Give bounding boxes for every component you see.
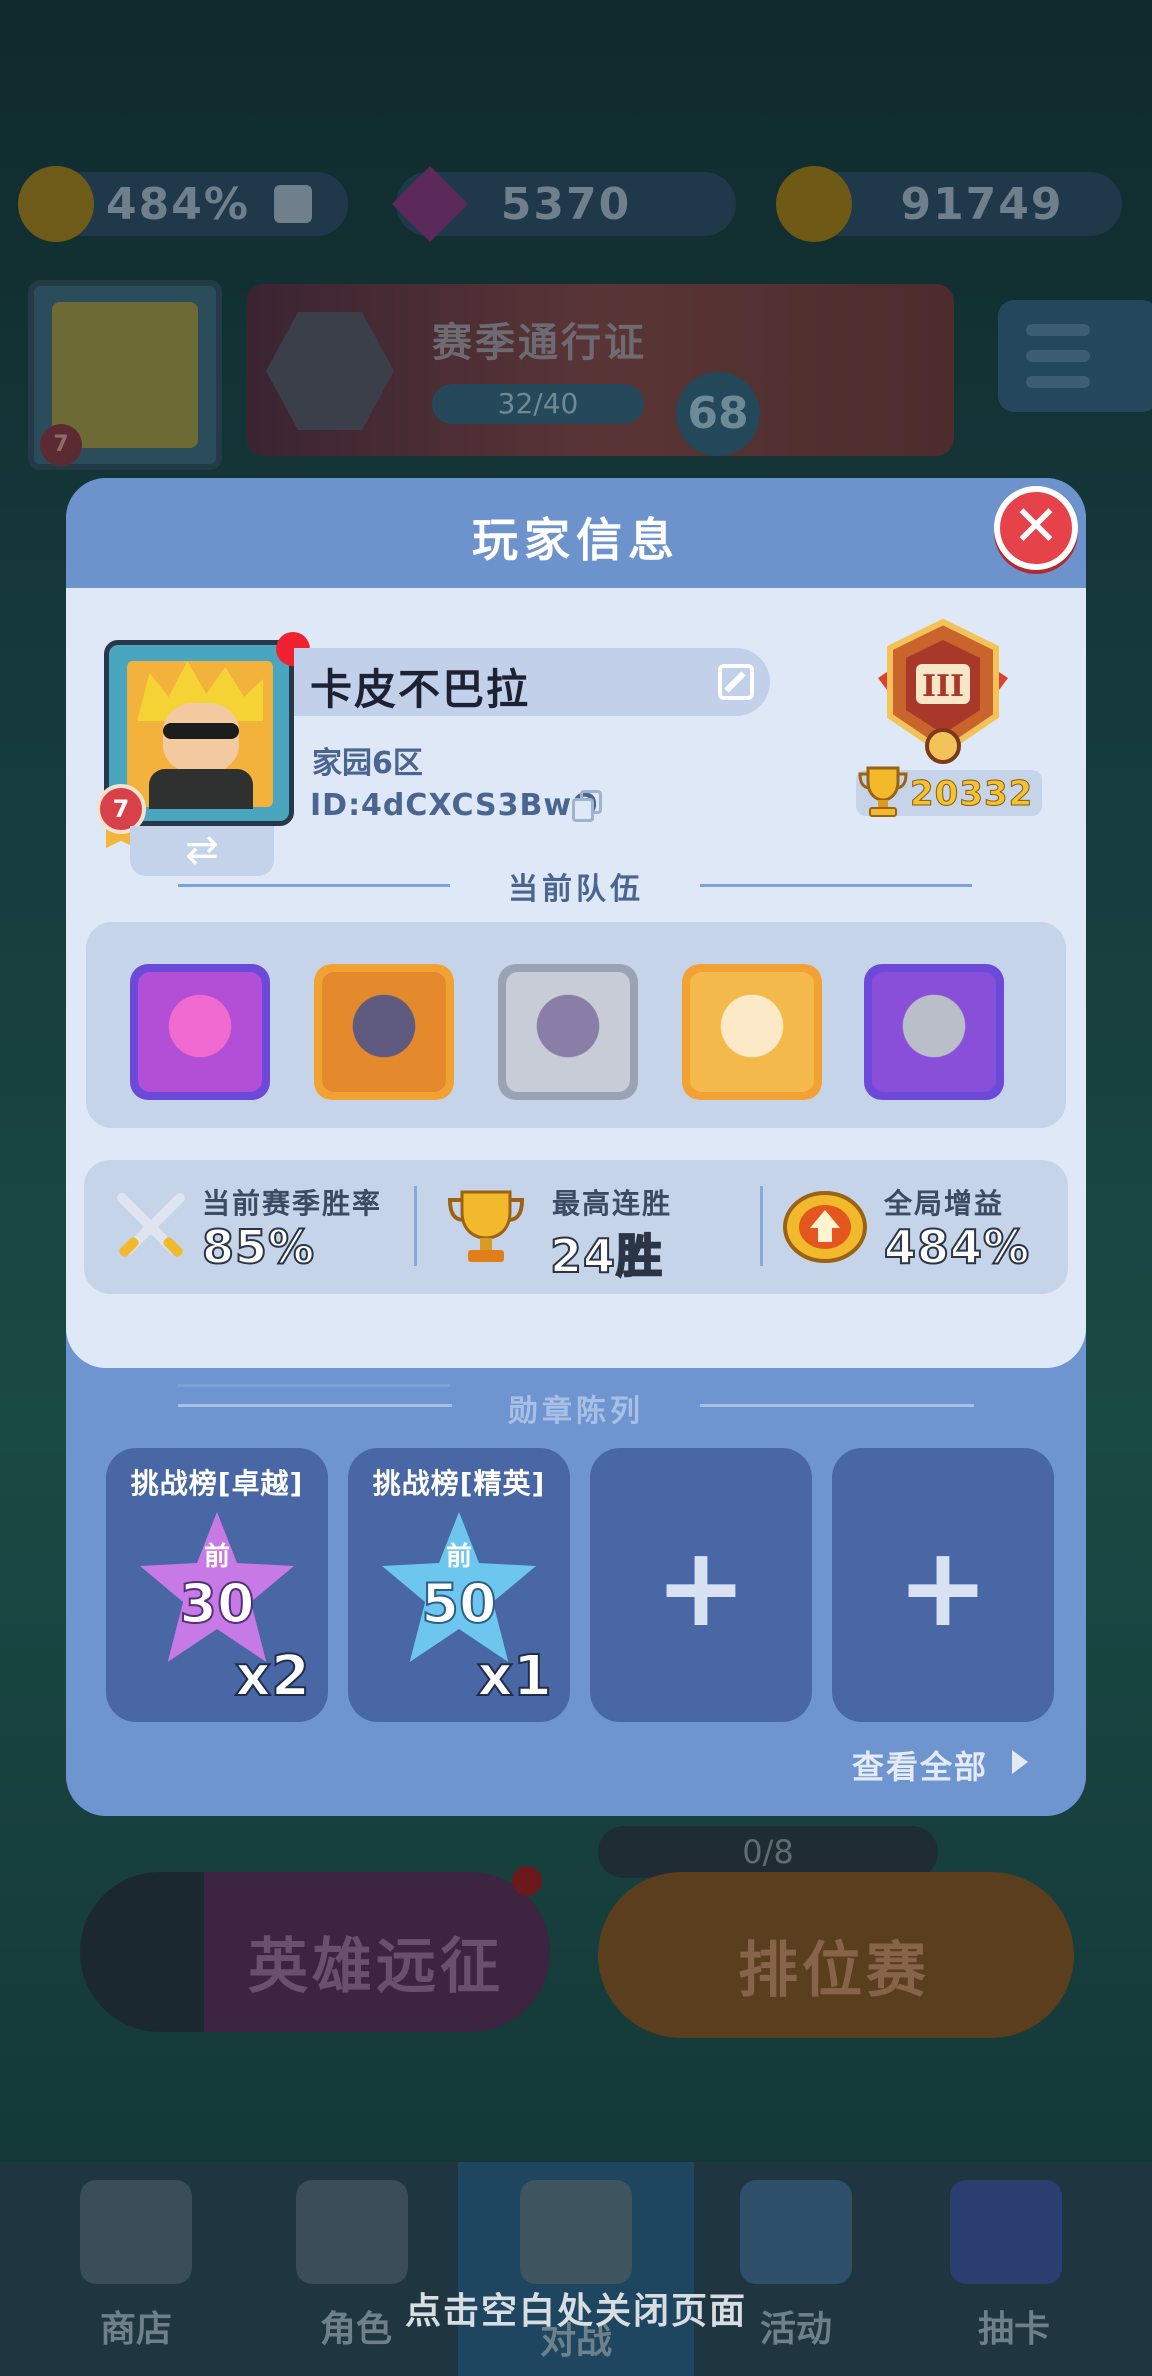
season-pass-progress: 32/40 <box>432 384 644 424</box>
dark-knight-hero-icon <box>322 972 446 1092</box>
win-rate-value: 85% <box>201 1219 316 1275</box>
battle-icon[interactable] <box>520 2180 632 2284</box>
global-bonus-value: 484% <box>106 178 250 230</box>
add-medal-icon: + <box>896 1523 990 1651</box>
background-avatar[interactable]: 7 <box>28 280 222 470</box>
rank-badge-icon: III <box>878 618 1008 764</box>
purple-ghost-hero-icon <box>506 972 630 1092</box>
season-pass-level: 68 <box>676 372 760 456</box>
menu-icon <box>1026 324 1090 336</box>
medal-slot-1[interactable]: 挑战榜[卓越] 前 30 x2 <box>106 1448 328 1722</box>
hero-expedition-label: 英雄远征 <box>248 1932 504 2002</box>
medal-slot-4-empty[interactable]: + <box>832 1448 1054 1722</box>
coins-value: 91749 <box>900 178 1064 230</box>
rank-numeral: III <box>922 669 964 704</box>
ranked-match-label: 排位赛 <box>738 1936 930 2006</box>
medal-slot-2[interactable]: 挑战榜[精英] 前 50 x1 <box>348 1448 570 1722</box>
close-page-hint[interactable]: 点击空白处关闭页面 <box>0 2282 1152 2334</box>
season-pass-title: 赛季通行证 <box>432 320 647 366</box>
medal-1-front: 前 <box>203 1542 230 1572</box>
modal-body: 7 ⇄ 卡皮不巴拉 家园6区 ID:4dCXCS3BwQ III 20332 当… <box>66 588 1086 1387</box>
medal-divider-right <box>700 1404 974 1407</box>
hero-expedition-button[interactable]: 英雄远征 <box>80 1866 550 2032</box>
medal-slot-3-empty[interactable]: + <box>590 1448 812 1722</box>
medal-2-count: x1 <box>476 1643 553 1710</box>
info-icon[interactable] <box>273 185 312 223</box>
medals-section-title: 勋章陈列 <box>508 1394 644 1429</box>
medal-2-front: 前 <box>445 1542 472 1572</box>
global-bonus-stat-value: 484% <box>883 1219 1031 1275</box>
edit-name-icon[interactable] <box>718 664 754 700</box>
team-section-title: 当前队伍 <box>508 872 644 907</box>
team-divider-right <box>700 884 972 887</box>
team-hero-2[interactable] <box>314 964 454 1100</box>
team-hero-1[interactable] <box>130 964 270 1100</box>
swap-avatar-button[interactable]: ⇄ <box>130 826 274 876</box>
trophy-count: 20332 <box>909 774 1034 815</box>
ranked-progress: 0/8 <box>598 1826 938 1878</box>
trophy-icon <box>447 1190 525 1262</box>
trophy-icon <box>858 766 908 817</box>
medal-1-name: 挑战榜[卓越] <box>130 1467 304 1500</box>
global-bonus-label: 全局增益 <box>884 1187 1005 1220</box>
season-pass-banner[interactable]: 赛季通行证 32/40 68 <box>246 284 954 456</box>
medal-2-name: 挑战榜[精英] <box>372 1467 546 1500</box>
coin-icon <box>776 166 852 242</box>
modal-header: 玩家信息 <box>66 478 1086 588</box>
close-icon: ✕ <box>1012 494 1060 559</box>
right-arrow-icon[interactable] <box>1012 1750 1028 1774</box>
angel-hero-icon <box>690 972 814 1092</box>
max-streak-value: 24胜 <box>549 1228 664 1284</box>
gacha-icon[interactable] <box>950 2180 1062 2284</box>
pink-luchador-hero-icon <box>138 972 262 1092</box>
player-info-modal: 玩家信息 ✕ 7 ⇄ 卡皮不巴拉 家园6区 ID:4dCXCS3BwQ III … <box>66 478 1086 1816</box>
team-divider-left <box>178 884 450 887</box>
menu-button[interactable] <box>998 300 1152 412</box>
team-hero-4[interactable] <box>682 964 822 1100</box>
armored-knight-hero-icon <box>872 972 996 1092</box>
max-streak-label: 最高连胜 <box>552 1187 673 1220</box>
medal-divider-left <box>178 1404 452 1407</box>
character-icon[interactable] <box>296 2180 408 2284</box>
gems-value: 5370 <box>500 178 632 230</box>
player-id: ID:4dCXCS3BwQ <box>310 788 599 823</box>
view-all-link[interactable]: 查看全部 <box>852 1742 988 1788</box>
background-level-badge: 7 <box>40 424 82 466</box>
swap-arrows-icon: ⇄ <box>185 827 219 873</box>
team-panel <box>86 922 1066 1128</box>
season-pass-emblem-icon <box>266 312 394 430</box>
medal-1-count: x2 <box>234 1643 311 1710</box>
crossed-swords-icon <box>117 1193 185 1257</box>
team-hero-3[interactable] <box>498 964 638 1100</box>
shop-icon[interactable] <box>80 2180 192 2284</box>
medal-2-rank: 50 <box>420 1571 497 1636</box>
close-button[interactable]: ✕ <box>994 486 1078 570</box>
bonus-crest-icon <box>18 166 94 242</box>
copy-id-icon[interactable] <box>570 790 604 824</box>
bonus-crest-icon <box>783 1191 867 1263</box>
player-region: 家园6区 <box>312 746 423 781</box>
ranked-match-button[interactable]: 排位赛 <box>598 1872 1074 2038</box>
event-icon[interactable] <box>740 2180 852 2284</box>
team-hero-5[interactable] <box>864 964 1004 1100</box>
player-name: 卡皮不巴拉 <box>310 665 531 714</box>
notification-dot <box>512 1866 542 1896</box>
add-medal-icon: + <box>654 1523 748 1651</box>
medal-1-rank: 30 <box>178 1571 255 1636</box>
modal-title: 玩家信息 <box>472 513 680 567</box>
avatar-face <box>52 302 198 448</box>
stats-panel: 当前赛季胜率 85% 最高连胜 24胜 全局增益 484% <box>84 1160 1068 1294</box>
win-rate-label: 当前赛季胜率 <box>202 1187 383 1220</box>
